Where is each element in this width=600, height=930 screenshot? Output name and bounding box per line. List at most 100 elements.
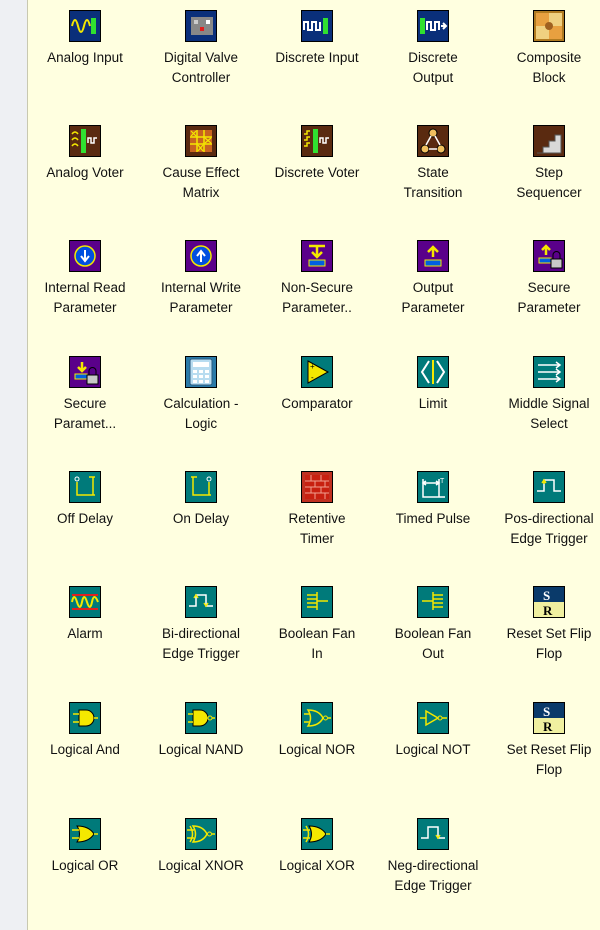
palette-item-label: Set Reset Flip Flop [491,740,600,780]
palette-item-discrete-voter[interactable]: Discrete Voter [259,117,375,233]
palette-item-label: Digital Valve Controller [143,48,259,88]
palette-item-non-secure-parameter[interactable]: Non-Secure Parameter.. [259,232,375,348]
palette-item-label: Discrete Voter [259,163,375,183]
palette-item-logical-nand[interactable]: Logical NAND [143,694,259,810]
non-secure-parameter-icon [301,240,333,272]
label-line: State [417,165,449,180]
output-parameter-icon [417,240,449,272]
label-line: Neg-directional [387,858,479,873]
palette-item-boolean-fan-in[interactable]: Boolean Fan In [259,578,375,694]
label-line: Edge Trigger [510,531,588,546]
label-line: In [311,646,323,661]
label-line: Digital Valve [163,50,239,65]
logical-not-icon [417,702,449,734]
label-line: Discrete Voter [274,165,360,180]
palette-item-logical-xnor[interactable]: Logical XNOR [143,810,259,926]
palette-item-discrete-output[interactable]: Discrete Output [375,2,491,118]
palette-item-logical-or[interactable]: Logical OR [27,810,143,926]
palette-item-set-reset-flip-flop[interactable]: S R Set Reset Flip Flop [491,694,600,810]
label-line: Bi-directional [161,626,241,641]
palette-item-label: Non-Secure Parameter.. [259,278,375,318]
palette-item-label: Logical XOR [259,856,375,876]
step-sequencer-icon [533,125,565,157]
svg-text:R: R [543,719,553,734]
palette-item-label: Middle Signal Select [491,394,600,434]
logical-nor-icon [301,702,333,734]
palette-item-logical-xor[interactable]: Logical XOR [259,810,375,926]
palette-item-label: Secure Parameter [491,278,600,318]
palette-item-bi-edge-trigger[interactable]: Bi-directional Edge Trigger [143,578,259,694]
palette-item-neg-edge-trigger[interactable]: Neg-directional Edge Trigger [375,810,491,926]
label-line: Discrete Input [275,50,359,65]
composite-block-icon [533,10,565,42]
logical-nand-icon [185,702,217,734]
palette-item-label: Internal Write Parameter [143,278,259,318]
palette-item-label: Logical OR [27,856,143,876]
svg-text:R: R [543,603,553,618]
logical-or-icon [69,818,101,850]
palette-item-middle-signal-select[interactable]: Middle Signal Select [491,348,600,464]
palette-item-label: Neg-directional Edge Trigger [375,856,491,896]
discrete-voter-icon [301,125,333,157]
palette-item-secure-parameter[interactable]: Secure Parameter [491,232,600,348]
palette-item-state-transition[interactable]: State Transition [375,117,491,233]
palette-item-internal-write-parameter[interactable]: Internal Write Parameter [143,232,259,348]
palette-item-off-delay[interactable]: Off Delay [27,463,143,579]
set-reset-flip-flop-icon: SR [533,702,565,734]
label-line: Timed Pulse [395,511,471,526]
on-delay-icon [185,471,217,503]
palette-item-logical-nor[interactable]: Logical NOR [259,694,375,810]
label-line: Controller [171,70,231,85]
palette-item-label: Cause Effect Matrix [143,163,259,203]
palette-item-alarm[interactable]: Alarm [27,578,143,694]
label-line: Matrix [182,185,220,200]
palette-item-step-sequencer[interactable]: Step Sequencer [491,117,600,233]
palette-item-label: Composite Block [491,48,600,88]
label-line: Reset Set Flip [506,626,592,641]
svg-text:S: S [543,588,550,603]
label-line: On Delay [172,511,230,526]
label-line: Output [412,70,454,85]
palette-item-logical-not[interactable]: Logical NOT [375,694,491,810]
palette-item-label: Analog Voter [27,163,143,183]
label-line: Parameter [169,300,233,315]
label-line: Analog Voter [46,165,124,180]
neg-edge-trigger-icon [417,818,449,850]
label-line: Boolean Fan [394,626,472,641]
palette-item-reset-set-flip-flop[interactable]: S R Reset Set Flip Flop [491,578,600,694]
palette-item-label: Calculation - Logic [143,394,259,434]
palette-item-discrete-input[interactable]: Discrete Input [259,2,375,118]
palette-item-digital-valve-controller[interactable]: Digital Valve Controller [143,2,259,118]
palette-item-secure-parameter-input[interactable]: Secure Paramet... [27,348,143,464]
internal-write-parameter-icon [185,240,217,272]
label-line: Middle Signal [508,396,590,411]
palette-item-pos-edge-trigger[interactable]: Pos-directional Edge Trigger [491,463,600,579]
palette-item-comparator[interactable]: + - Comparator [259,348,375,464]
palette-item-on-delay[interactable]: On Delay [143,463,259,579]
label-line: Pos-directional [504,511,594,526]
palette-item-internal-read-parameter[interactable]: Internal Read Parameter [27,232,143,348]
svg-text:+: + [310,362,315,371]
palette-item-analog-input[interactable]: Analog Input [27,2,143,118]
internal-read-parameter-icon [69,240,101,272]
palette-item-label: Discrete Output [375,48,491,88]
palette-item-retentive-timer[interactable]: Retentive Timer [259,463,375,579]
palette-item-output-parameter[interactable]: Output Parameter [375,232,491,348]
label-line: Parameter [517,300,581,315]
label-line: Retentive [288,511,346,526]
palette-item-label: On Delay [143,509,259,529]
label-line: Block [532,70,566,85]
secure-parameter-icon [533,240,565,272]
state-transition-icon [417,125,449,157]
secure-parameter-input-icon [69,356,101,388]
palette-item-timed-pulse[interactable]: T Timed Pulse [375,463,491,579]
label-line: Set Reset Flip [506,742,592,757]
palette-item-limit[interactable]: Limit [375,348,491,464]
palette-item-calculator[interactable]: Calculation - Logic [143,348,259,464]
palette-item-cause-effect-matrix[interactable]: Cause Effect Matrix [143,117,259,233]
palette-item-composite-block[interactable]: Composite Block [491,2,600,118]
palette-item-analog-voter[interactable]: Analog Voter [27,117,143,233]
palette-item-logical-and[interactable]: Logical And [27,694,143,810]
label-line: Flop [535,762,563,777]
palette-item-boolean-fan-out[interactable]: Boolean Fan Out [375,578,491,694]
